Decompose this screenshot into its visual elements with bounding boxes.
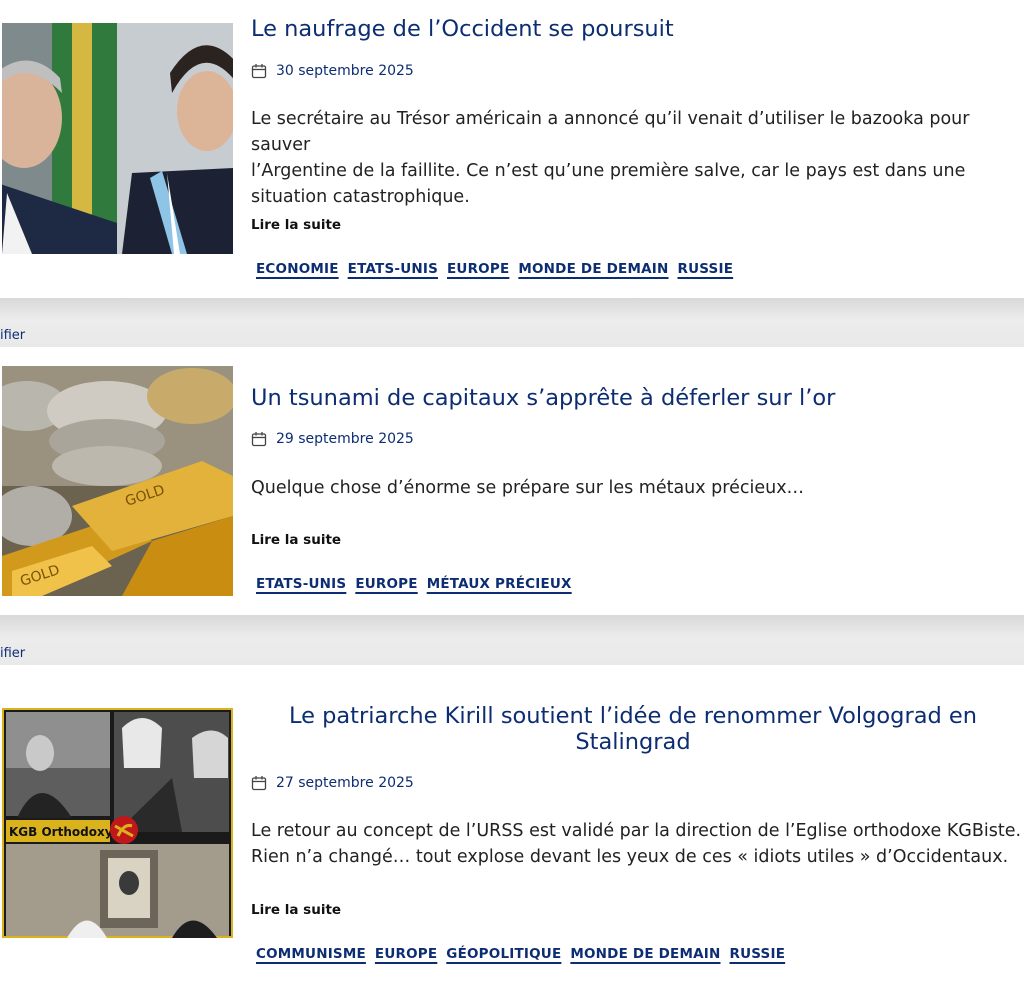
tag-link[interactable]: MONDE DE DEMAIN [570,946,720,962]
article-excerpt: Le retour au concept de l’URSS est valid… [251,818,1023,870]
title-line[interactable]: Stalingrad [243,729,1023,755]
tag-link[interactable]: GÉOPOLITIQUE [446,946,561,962]
read-more-link[interactable]: Lire la suite [251,217,341,233]
tag-link[interactable]: RUSSIE [677,261,733,277]
excerpt-line: l’Argentine de la faillite. Ce n’est qu’… [251,161,966,181]
tag-link[interactable]: EUROPE [375,946,437,962]
article-date: 27 septembre 2025 [251,775,414,791]
tag-link[interactable]: RUSSIE [729,946,785,962]
tag-link[interactable]: ECONOMIE [256,261,339,277]
section-separator: ifier [0,298,1024,347]
tag-link[interactable]: ETATS-UNIS [348,261,438,277]
tag-link[interactable]: MÉTAUX PRÉCIEUX [427,576,572,592]
date-text: 30 septembre 2025 [276,63,414,79]
article-title[interactable]: Un tsunami de capitaux s’apprête à défer… [251,385,835,411]
tag-list: COMMUNISME EUROPE GÉOPOLITIQUE MONDE DE … [256,946,785,962]
tag-link[interactable]: ETATS-UNIS [256,576,346,592]
title-line[interactable]: Le patriarche Kirill soutient l’idée de … [243,703,1023,729]
article-card: KGB Orthodoxy Le patriarche Kirill souti… [0,665,1024,982]
excerpt-line: Quelque chose d’énorme se prépare sur le… [251,478,805,498]
date-text: 29 septembre 2025 [276,431,414,447]
edit-link[interactable]: ifier [0,328,25,343]
read-more-link[interactable]: Lire la suite [251,532,341,548]
article-excerpt: Le secrétaire au Trésor américain a anno… [251,106,1023,210]
article-date: 29 septembre 2025 [251,431,414,447]
excerpt-line: Le retour au concept de l’URSS est valid… [251,821,1022,841]
tag-link[interactable]: EUROPE [355,576,417,592]
edit-link[interactable]: ifier [0,646,25,661]
image-caption: KGB Orthodoxy [9,825,113,839]
excerpt-line: Rien n’a changé… tout explose devant les… [251,847,1009,867]
tag-list: ECONOMIE ETATS-UNIS EUROPE MONDE DE DEMA… [256,261,733,277]
excerpt-line: situation catastrophique. [251,187,470,207]
article-title[interactable]: Le naufrage de l’Occident se poursuit [251,16,674,42]
tag-link[interactable]: MONDE DE DEMAIN [518,261,668,277]
article-card: Le naufrage de l’Occident se poursuit 30… [0,0,1024,298]
tag-list: ETATS-UNIS EUROPE MÉTAUX PRÉCIEUX [256,576,572,592]
article-card: GOLD GOLD Un tsunami de capitaux s’apprê… [0,347,1024,615]
tag-link[interactable]: COMMUNISME [256,946,366,962]
section-separator: ifier [0,615,1024,665]
tag-link[interactable]: EUROPE [447,261,509,277]
calendar-icon [251,432,267,447]
article-title[interactable]: Le patriarche Kirill soutient l’idée de … [243,703,1023,755]
date-text: 27 septembre 2025 [276,775,414,791]
read-more-link[interactable]: Lire la suite [251,902,341,918]
article-excerpt: Quelque chose d’énorme se prépare sur le… [251,475,1023,501]
article-thumbnail[interactable] [2,23,233,254]
article-thumbnail[interactable]: KGB Orthodoxy [2,708,233,938]
excerpt-line: Le secrétaire au Trésor américain a anno… [251,109,970,155]
calendar-icon [251,776,267,791]
article-date: 30 septembre 2025 [251,63,414,79]
article-thumbnail[interactable]: GOLD GOLD [2,366,233,596]
calendar-icon [251,64,267,79]
